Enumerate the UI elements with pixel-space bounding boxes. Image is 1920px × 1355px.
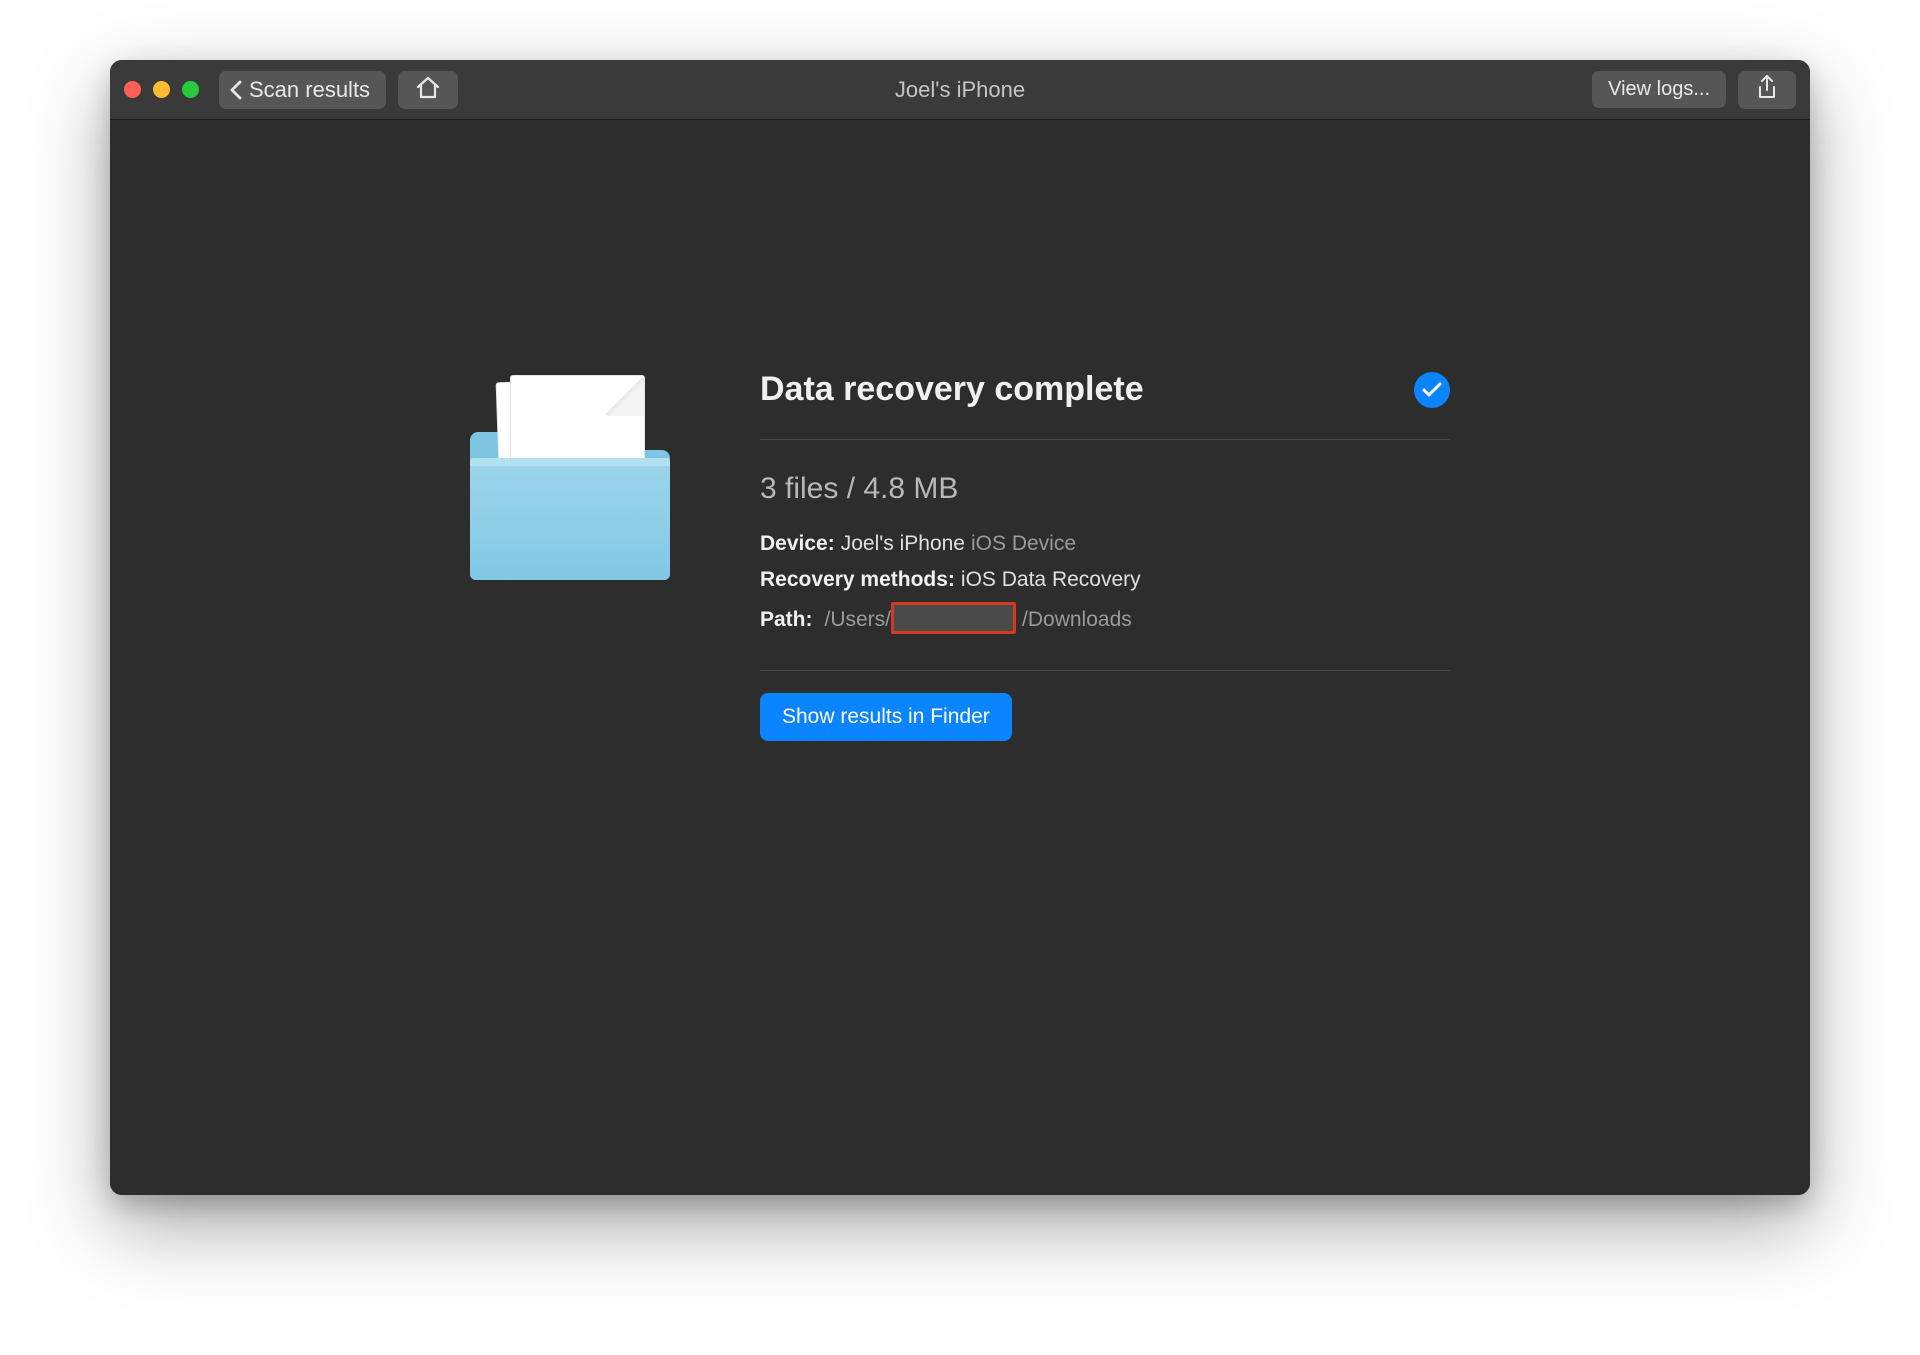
titlebar: Scan results Joel's iPhone View logs... bbox=[110, 60, 1810, 120]
methods-value: iOS Data Recovery bbox=[961, 568, 1141, 592]
home-button[interactable] bbox=[398, 71, 458, 109]
back-button-label: Scan results bbox=[249, 77, 370, 103]
back-button[interactable]: Scan results bbox=[219, 71, 386, 109]
redacted-username bbox=[891, 602, 1016, 634]
minimize-window-button[interactable] bbox=[153, 81, 170, 98]
device-type: iOS Device bbox=[971, 532, 1076, 556]
toolbar-right: View logs... bbox=[1592, 71, 1796, 109]
recovery-summary: Data recovery complete 3 files / 4.8 MB … bbox=[470, 370, 1450, 1195]
share-button[interactable] bbox=[1738, 71, 1796, 109]
device-row: Device: Joel's iPhone iOS Device bbox=[760, 532, 1450, 556]
app-window: Scan results Joel's iPhone View logs... bbox=[110, 60, 1810, 1195]
path-row: Path: /Users/ /Downloads bbox=[760, 604, 1450, 636]
view-logs-button[interactable]: View logs... bbox=[1592, 71, 1726, 108]
path-label: Path: bbox=[760, 608, 813, 632]
home-icon bbox=[415, 76, 441, 103]
close-window-button[interactable] bbox=[124, 81, 141, 98]
device-label: Device: bbox=[760, 532, 835, 556]
show-results-finder-button[interactable]: Show results in Finder bbox=[760, 693, 1012, 741]
recovery-details: Data recovery complete 3 files / 4.8 MB … bbox=[760, 370, 1450, 741]
methods-row: Recovery methods: iOS Data Recovery bbox=[760, 568, 1450, 592]
toolbar-left: Scan results bbox=[219, 71, 458, 109]
window-controls bbox=[124, 81, 199, 98]
chevron-left-icon bbox=[229, 80, 243, 100]
share-icon bbox=[1756, 75, 1778, 104]
path-suffix: /Downloads bbox=[1022, 608, 1132, 632]
content-area: Data recovery complete 3 files / 4.8 MB … bbox=[110, 120, 1810, 1195]
path-prefix: /Users/ bbox=[825, 608, 892, 632]
recovery-heading: Data recovery complete bbox=[760, 370, 1144, 409]
device-value: Joel's iPhone bbox=[841, 532, 965, 556]
success-check-icon bbox=[1414, 372, 1450, 408]
heading-row: Data recovery complete bbox=[760, 370, 1450, 440]
fullscreen-window-button[interactable] bbox=[182, 81, 199, 98]
recovery-info-list: Device: Joel's iPhone iOS Device Recover… bbox=[760, 532, 1450, 671]
methods-label: Recovery methods: bbox=[760, 568, 955, 592]
recovery-stats: 3 files / 4.8 MB bbox=[760, 472, 1450, 506]
folder-documents-icon bbox=[470, 370, 675, 580]
window-title: Joel's iPhone bbox=[895, 77, 1025, 103]
